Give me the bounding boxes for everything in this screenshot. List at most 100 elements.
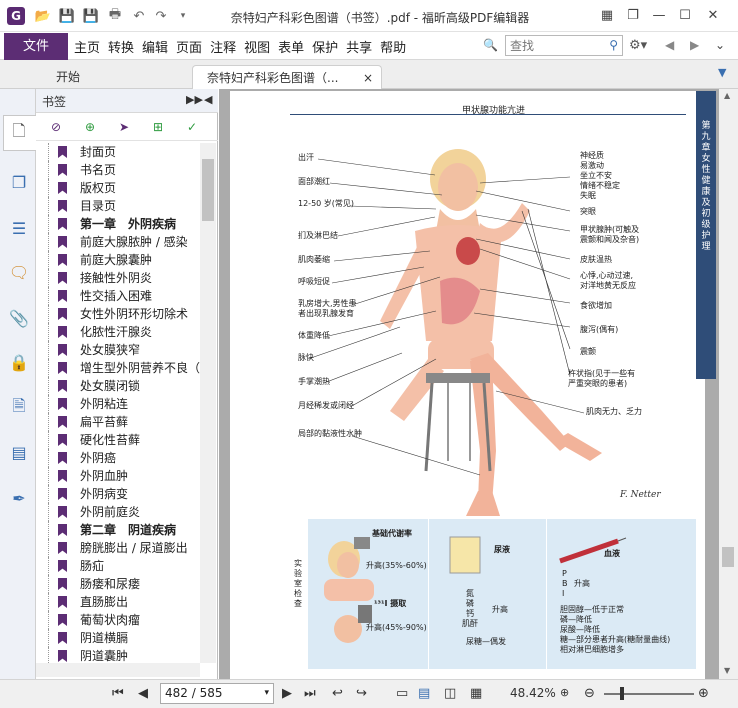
bookmark-item[interactable]: 外阴病变 [36,485,200,503]
next-page-icon[interactable]: ▶ [282,686,292,701]
bookmark-item[interactable]: 外阴前庭炎 [36,503,200,521]
bookmark-item[interactable]: 第二章 阴道疾病 [36,521,200,539]
menu-share[interactable]: 共享 [346,37,372,56]
bookmark-item[interactable]: 目录页 [36,197,200,215]
dropdown-icon[interactable]: ▾ [175,8,191,24]
bookmark-item[interactable]: 处女膜狭窄 [36,341,200,359]
first-page-icon[interactable]: ⏮ [112,686,124,701]
scroll-up-icon[interactable]: ▲ [724,91,730,100]
bookmark-item[interactable]: 外阴癌 [36,449,200,467]
bookmark-hscrollbar[interactable] [36,663,200,677]
app-logo-icon[interactable]: G [7,7,25,25]
bookmark-item[interactable]: 阴道囊肿 [36,647,200,663]
zoom-level[interactable]: 48.42% [510,686,556,700]
bookmark-item[interactable]: 葡萄状肉瘤 [36,611,200,629]
menu-form[interactable]: 表单 [278,37,304,56]
prev-view-icon[interactable]: ↩ [332,686,343,701]
bookmark-item[interactable]: 第一章 外阴疾病 [36,215,200,233]
comments-panel-icon[interactable]: 🗨 [8,261,30,283]
attachments-panel-icon[interactable]: 📎 [8,307,30,329]
scroll-down-icon[interactable]: ▼ [724,666,730,675]
menu-edit[interactable]: 编辑 [142,37,168,56]
menu-home[interactable]: 主页 [74,37,100,56]
bookmark-item[interactable]: 肠疝 [36,557,200,575]
menu-view[interactable]: 视图 [244,37,270,56]
tab-list-icon[interactable]: ▼ [718,66,726,79]
menu-page[interactable]: 页面 [176,37,202,56]
menu-protect[interactable]: 保护 [312,37,338,56]
page-dropdown-icon[interactable]: ▾ [264,684,269,703]
maximize-icon[interactable]: ☐ [674,6,696,26]
bookmark-item[interactable]: 性交插入困难 [36,287,200,305]
last-page-icon[interactable]: ⏭ [304,686,316,701]
bookmark-item[interactable]: 封面页 [36,143,200,161]
bookmark-item[interactable]: 肠瘘和尿瘘 [36,575,200,593]
zoom-slider-knob[interactable] [620,687,624,700]
fields-panel-icon[interactable]: ▤ [8,441,30,463]
tab-close-icon[interactable]: × [363,66,373,90]
bookmark-scrollbar[interactable] [200,143,216,663]
bookmark-item[interactable]: 增生型外阴营养不良（ [36,359,200,377]
undo-icon[interactable]: ↶ [131,8,147,24]
search-icon[interactable]: ⚲ [609,38,618,52]
save-as-icon[interactable]: 💾 [83,8,99,24]
save-icon[interactable]: 💾 [59,8,75,24]
bookmark-item[interactable]: 前庭大腺脓肿 / 感染 [36,233,200,251]
zoom-slider[interactable] [604,693,694,695]
bookmark-item[interactable]: 阴道横膈 [36,629,200,647]
bookmark-item[interactable]: 外阴粘连 [36,395,200,413]
continuous-page-icon[interactable]: ▤ [418,686,430,701]
layers-panel-icon[interactable]: ☰ [8,217,30,239]
collapse-ribbon-icon[interactable]: ⌄ [715,38,725,52]
tab-document[interactable]: 奈特妇产科彩色图谱（... × [192,65,382,89]
menu-convert[interactable]: 转换 [108,37,134,56]
tab-start[interactable]: 开始 [42,65,192,89]
bookmark-item[interactable]: 前庭大腺囊肿 [36,251,200,269]
page-number-field[interactable]: 482 / 585 ▾ [160,683,274,704]
security-panel-icon[interactable]: 🔒 [8,351,30,373]
next-result-icon[interactable]: ▶ [690,38,699,52]
file-menu-button[interactable]: 文件 [4,33,68,60]
bookmark-item[interactable]: 化脓性汗腺炎 [36,323,200,341]
search-input[interactable] [506,36,602,55]
bookmark-item[interactable]: 硬化性苔藓 [36,431,200,449]
prev-result-icon[interactable]: ◀ [665,38,674,52]
pages-panel-icon[interactable]: ❐ [8,171,30,193]
single-page-icon[interactable]: ▭ [396,686,408,701]
collapse-panel-icon[interactable]: ◀ [204,93,212,106]
restore-icon[interactable]: ❐ [622,6,644,26]
add-bookmark-icon[interactable]: ⊕ [82,119,98,135]
minimize-icon[interactable]: — [648,6,670,26]
bookmark-item[interactable]: 版权页 [36,179,200,197]
facing-page-icon[interactable]: ◫ [444,686,456,701]
fullscreen-icon[interactable]: ▦ [596,6,618,26]
find-folder-icon[interactable]: 🔍 [483,38,498,52]
bookmark-item[interactable]: 膀胱膨出 / 尿道膨出 [36,539,200,557]
bookmark-item[interactable]: 扁平苔藓 [36,413,200,431]
bookmark-item[interactable]: 处女膜闭锁 [36,377,200,395]
expand-panel-icon[interactable]: ▶▶ [186,93,203,106]
zoom-in-icon[interactable]: ⊕ [698,686,709,701]
signature-panel-icon[interactable]: ✒ [8,487,30,509]
document-scrollbar[interactable]: ▲ ▼ [719,89,738,679]
document-viewport[interactable]: 甲状腺功能亢进 第九章 女性健康及初级护理 F. Netter 出汗 面部潮红 … [219,89,720,679]
prev-page-icon[interactable]: ◀ [138,686,148,701]
bookmark-item[interactable]: 女性外阴环形切除术 [36,305,200,323]
new-bookmark-page-icon[interactable]: ⊞ [150,119,166,135]
open-folder-icon[interactable]: 📂 [35,8,51,24]
menu-comment[interactable]: 注释 [210,37,236,56]
content-panel-icon[interactable]: 🗎 [8,396,30,419]
zoom-dropdown-icon[interactable]: ⊕ [560,686,569,699]
gear-icon[interactable]: ⚙▾ [629,38,647,53]
bookmark-item[interactable]: 外阴血肿 [36,467,200,485]
print-icon[interactable]: 🖶 [107,7,123,24]
menu-help[interactable]: 帮助 [380,37,406,56]
redo-icon[interactable]: ↷ [153,8,169,24]
delete-bookmark-icon[interactable]: ⊘ [48,119,64,135]
zoom-out-icon[interactable]: ⊖ [584,686,595,701]
bookmark-item[interactable]: 接触性外阴炎 [36,269,200,287]
bookmark-panel-icon[interactable]: 🗋 [8,121,30,144]
bookmark-properties-icon[interactable]: ✓ [184,119,200,135]
document-scroll-thumb[interactable] [722,547,734,567]
bookmark-go-icon[interactable]: ➤ [116,119,132,135]
